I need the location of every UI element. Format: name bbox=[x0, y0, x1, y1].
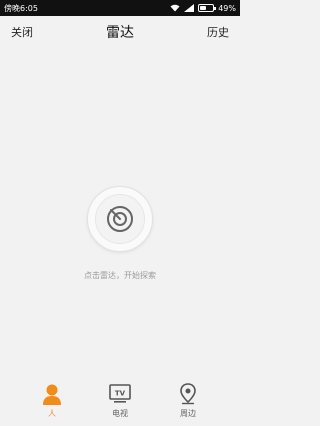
history-button[interactable]: 历史 bbox=[207, 24, 229, 40]
radar-hint: 点击雷达，开始探索 bbox=[84, 271, 156, 280]
page-title: 雷达 bbox=[106, 25, 134, 41]
svg-text:TV: TV bbox=[115, 390, 126, 398]
top-bar: 关闭 雷达 历史 bbox=[0, 16, 240, 48]
radar-button[interactable] bbox=[87, 186, 153, 252]
radar-inner bbox=[95, 194, 145, 244]
nav-item-person[interactable]: 人 bbox=[32, 382, 72, 419]
battery-icon bbox=[198, 4, 217, 12]
nav-label-tv: 电视 bbox=[112, 409, 128, 418]
nav-item-nearby[interactable]: 周边 bbox=[168, 382, 208, 419]
tv-icon: TV bbox=[109, 382, 131, 406]
battery-percent: 49% bbox=[218, 3, 236, 13]
nav-label-nearby: 周边 bbox=[180, 409, 196, 418]
radar-icon bbox=[107, 206, 133, 232]
location-pin-icon bbox=[179, 382, 197, 406]
wifi-icon bbox=[170, 4, 180, 12]
nav-label-person: 人 bbox=[48, 409, 56, 418]
nav-item-tv[interactable]: TV 电视 bbox=[100, 382, 140, 419]
signal-icon bbox=[184, 4, 195, 12]
bottom-nav: 人 TV 电视 周边 bbox=[0, 376, 240, 426]
status-icons: 49% bbox=[170, 4, 236, 13]
person-icon bbox=[42, 382, 62, 406]
status-bar: 傍晚6:05 49% bbox=[0, 0, 240, 16]
close-button[interactable]: 关闭 bbox=[11, 24, 33, 40]
status-time: 傍晚6:05 bbox=[4, 3, 38, 13]
